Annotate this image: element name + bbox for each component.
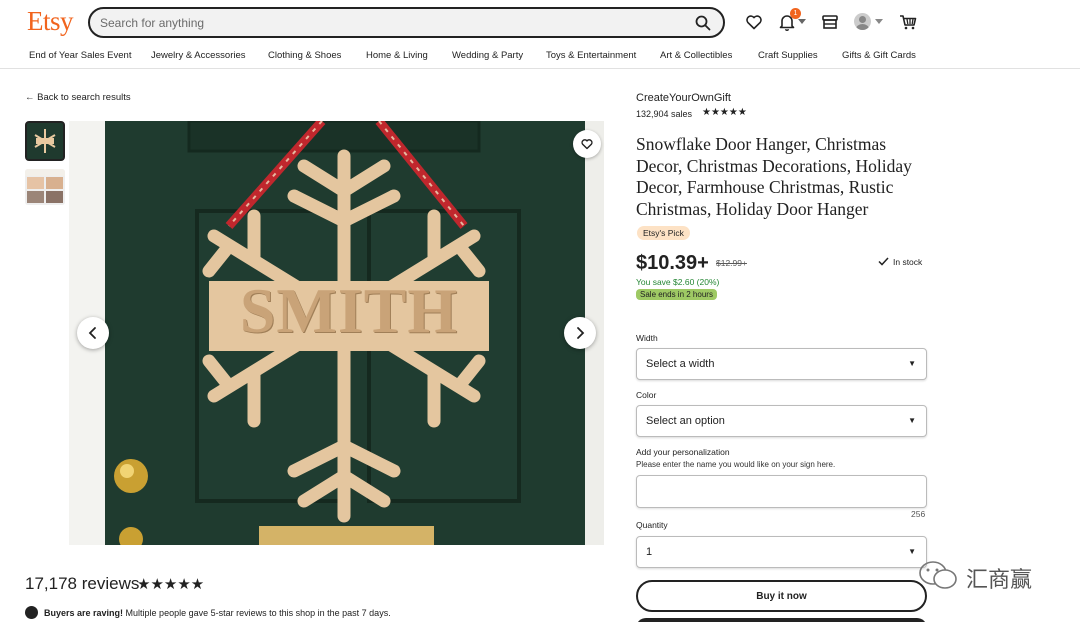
chevron-right-icon	[577, 327, 585, 339]
product-title: Snowflake Door Hanger, Christmas Decor, …	[636, 134, 912, 219]
review-stars: ★★★★★	[137, 576, 205, 593]
caret-down-icon: ▼	[908, 416, 916, 425]
header-divider	[0, 68, 1080, 69]
next-image-button[interactable]	[564, 317, 596, 349]
check-icon	[878, 257, 889, 266]
notification-badge: 1	[790, 8, 801, 19]
color-select-value: Select an option	[646, 415, 725, 427]
buyers-raving-note: Buyers are raving! Multiple people gave …	[25, 606, 391, 619]
quantity-select[interactable]: 1 ▼	[636, 536, 927, 568]
etsy-logo[interactable]: Etsy	[27, 6, 74, 37]
category-nav: End of Year Sales Event Jewelry & Access…	[0, 48, 1080, 68]
watermark-text: 汇商赢	[966, 568, 1033, 593]
width-label: Width	[636, 333, 658, 343]
back-to-results-link[interactable]: ← Back to search results	[25, 92, 131, 103]
original-price: $12.99+	[716, 258, 747, 268]
chevron-down-icon[interactable]	[798, 19, 806, 25]
nav-item-home-living[interactable]: Home & Living	[366, 50, 428, 61]
product-main-image[interactable]: SMITH	[69, 121, 604, 545]
nav-item-clothing[interactable]: Clothing & Shoes	[268, 50, 341, 61]
nav-item-sales-event[interactable]: End of Year Sales Event	[29, 50, 131, 61]
arrow-left-icon: ←	[25, 92, 35, 103]
search-icon[interactable]	[695, 15, 711, 31]
sale-ends-badge: Sale ends in 2 hours	[636, 289, 717, 300]
search-input[interactable]	[100, 14, 660, 32]
savings-text: You save $2.60 (20%)	[636, 277, 720, 287]
character-count: 256	[911, 509, 926, 519]
shop-name-link[interactable]: CreateYourOwnGift	[636, 92, 731, 104]
width-select[interactable]: Select a width ▼	[636, 348, 927, 380]
chevron-left-icon	[88, 327, 96, 339]
color-select[interactable]: Select an option ▼	[636, 405, 927, 437]
shop-sales-count: 132,904 sales	[636, 109, 693, 119]
raving-text: Multiple people gave 5-star reviews to t…	[123, 608, 391, 618]
stock-status: In stock	[878, 257, 922, 267]
quantity-label: Quantity	[636, 520, 668, 530]
chevron-down-icon[interactable]	[875, 19, 883, 25]
personalization-description: Please enter the name you would like on …	[636, 460, 836, 469]
shop-rating-stars: ★★★★★	[702, 107, 747, 118]
review-count[interactable]: 17,178 reviews	[25, 574, 139, 594]
back-link-label: Back to search results	[37, 92, 131, 103]
etsys-pick-badge: Etsy's Pick	[637, 226, 690, 240]
wechat-watermark-icon	[919, 561, 957, 589]
prev-image-button[interactable]	[77, 317, 109, 349]
personalization-field[interactable]	[636, 475, 927, 508]
snowflake-thumbnail-image	[27, 123, 63, 159]
quantity-select-value: 1	[646, 546, 653, 558]
search-bar[interactable]	[88, 7, 725, 38]
nav-item-jewelry[interactable]: Jewelry & Accessories	[151, 50, 246, 61]
personalization-label: Add your personalization	[636, 447, 730, 457]
thumbnail-1[interactable]	[25, 121, 65, 161]
thumbnail-2[interactable]	[25, 169, 65, 205]
color-label: Color	[636, 390, 657, 400]
heart-icon	[581, 139, 593, 150]
nav-item-craft[interactable]: Craft Supplies	[758, 50, 818, 61]
avatar-icon	[859, 16, 866, 23]
buy-it-now-button[interactable]: Buy it now	[636, 580, 927, 612]
add-to-cart-button[interactable]	[636, 618, 927, 622]
product-price: $10.39+	[636, 252, 709, 274]
shop-icon[interactable]	[820, 12, 840, 32]
caret-down-icon: ▼	[908, 359, 916, 368]
nav-item-wedding[interactable]: Wedding & Party	[452, 50, 523, 61]
stock-label: In stock	[893, 257, 923, 267]
nav-item-gifts[interactable]: Gifts & Gift Cards	[842, 50, 916, 61]
heart-icon[interactable]	[744, 12, 764, 32]
caret-down-icon: ▼	[908, 547, 916, 556]
favorite-button[interactable]	[573, 130, 601, 158]
nav-item-toys[interactable]: Toys & Entertainment	[546, 50, 636, 61]
raving-bold-text: Buyers are raving!	[44, 608, 124, 618]
width-select-value: Select a width	[646, 358, 715, 370]
cart-icon[interactable]	[898, 12, 918, 32]
sign-name-text: SMITH	[239, 275, 459, 346]
avatar[interactable]	[854, 13, 871, 30]
nav-item-art[interactable]: Art & Collectibles	[660, 50, 732, 61]
raving-icon	[25, 606, 38, 619]
